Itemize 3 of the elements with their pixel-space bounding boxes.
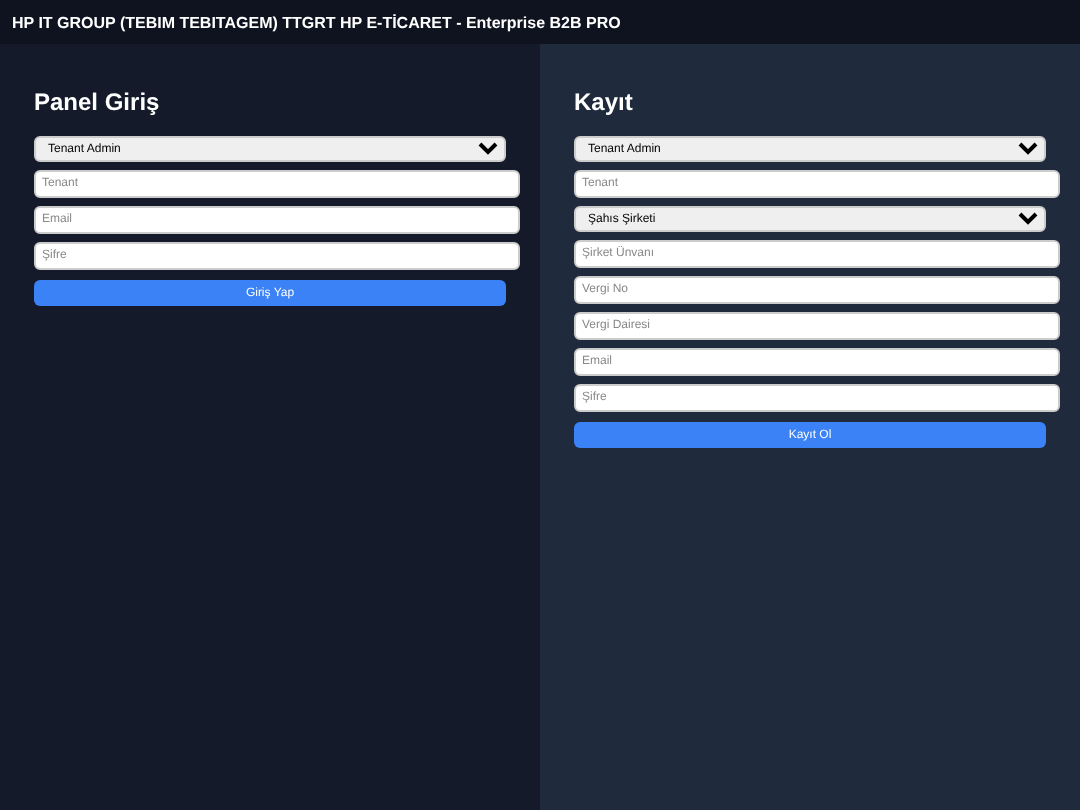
app-title: HP IT GROUP (TEBIM TEBITAGEM) TTGRT HP E-TİCARET - Enterprise B2B PRO	[12, 13, 621, 31]
panel-title: Panel Giriş	[34, 88, 162, 116]
panel-title: Kayıt	[574, 88, 635, 116]
